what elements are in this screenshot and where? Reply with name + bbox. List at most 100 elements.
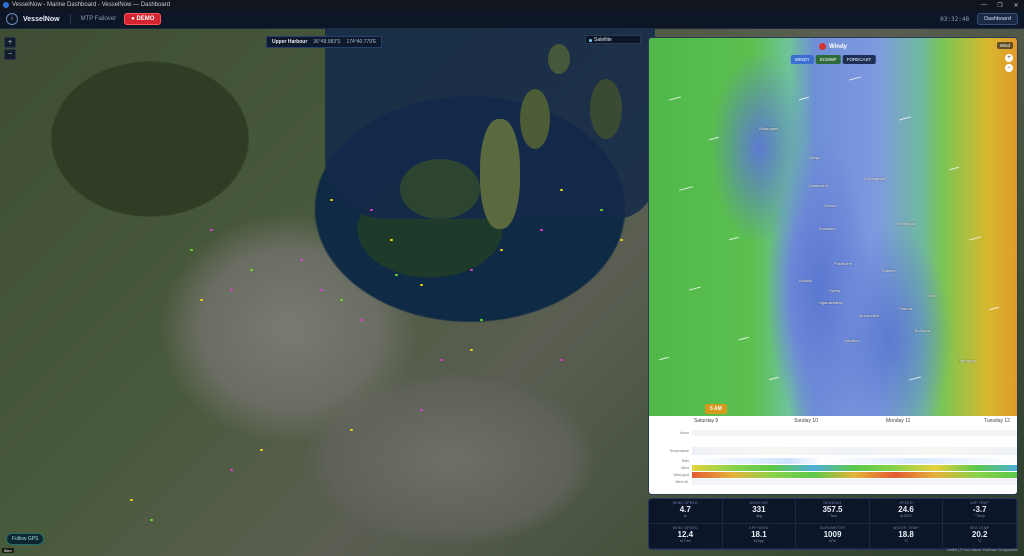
location-readout: Upper Harbour 36°48.983'S 174°40.779'E [266,36,383,48]
forecast-row-label: Rain [681,459,689,463]
town-label: Morrinsville [859,313,880,318]
stat-value: 20.2 [971,530,988,539]
forecast-row-wind: Wind [649,465,1017,471]
tab-forecast[interactable]: FORECAST [842,55,876,64]
windy-zoom-in-button[interactable]: + [1005,54,1013,62]
map-scale: 5km [2,548,14,553]
windy-zoom-out-button[interactable]: − [1005,64,1013,72]
stat-unit: °C [977,539,982,543]
stat-value: 331 [752,505,766,514]
stat-value: 4.7 [679,505,691,514]
windy-panel[interactable]: Windy WINDY ECMWF FORECAST Wind + − Whan… [648,37,1018,495]
tab-windy[interactable]: WINDY [790,55,814,64]
vesselnow-logo-icon: i [6,13,18,25]
forecast-row-hours: Hours [649,430,1017,436]
latitude-value: 36°48.983'S [313,39,341,45]
town-label: Paeroa [899,306,912,311]
map-zoom-in-button[interactable]: + [4,37,16,48]
follow-gps-button[interactable]: Follow GPS [6,533,45,545]
stat-tile: AIR TEMP -3.7 ° Temp [943,499,1017,524]
stat-tile: SEA TEMP 20.2 °C [943,524,1017,549]
forecast-day: Sunday 10 [794,418,818,424]
town-label: Whitianga [897,221,915,226]
stat-unit: ° True [827,514,838,518]
forecast-day: Monday 11 [886,418,911,424]
wind-layer-button[interactable]: Wind [996,42,1013,49]
town-label: Waihi [927,293,937,298]
forecast-row-direction: Wind dir. [649,479,1017,485]
stat-tile: WIND SPEED 4.7 kt [649,499,723,524]
layer-selector[interactable]: Satellite [585,35,641,44]
header-clock: 03:32:48 [940,15,970,23]
island-east [590,79,622,139]
forecast-day: Tuesday 12 [984,418,1010,424]
close-button[interactable]: ✕ [1008,2,1024,9]
stat-unit: kt [683,514,687,518]
window-controls: — ❐ ✕ [976,2,1024,9]
stat-value: 12.4 [677,530,694,539]
maximize-button[interactable]: ❐ [992,2,1008,9]
town-label: Tauranga [959,358,976,363]
os-title-bar: VesselNow - Marine Dashboard - VesselNow… [0,0,1024,10]
town-label: Whangarei [759,126,779,131]
windy-logo-text: Windy [829,43,847,50]
windy-logo-icon [819,43,827,50]
forecast-row-label: Temperature [669,449,689,453]
town-label: Huntly [829,288,841,293]
stat-unit: °C [904,539,909,543]
island-small [548,44,570,74]
forecast-row-rain: Rain [649,458,1017,464]
longitude-value: 174°40.779'E [346,39,377,45]
stat-value: 1009 [823,530,842,539]
town-label: Warkworth [809,183,828,188]
windy-zoom-controls: + − [1005,54,1013,74]
town-label: Waipu [809,155,821,160]
forecast-day: Saturday 9 [694,418,719,424]
stat-tile: APP WIND 18.1 kt App [722,524,797,549]
stat-tile: WIND SPEED 12.4 kt Trim [649,524,723,549]
map-zoom-controls: + − [4,37,16,61]
stat-value: 24.6 [898,505,914,514]
town-label: Pukekohe [834,261,852,266]
stat-value: 18.1 [751,530,767,539]
failover-label: MTP Failover [80,16,117,22]
location-name: Upper Harbour [272,39,308,45]
map-attribution: Leaflet | © Esri, Maxar, Earthstar Geogr… [946,548,1018,552]
windy-logo: Windy [819,43,847,50]
town-label: Ngaruawahia [819,300,843,305]
stat-tile: HEADING 357.5 ° True [796,499,870,524]
forecast-row-label: Wind gust [673,473,689,477]
forecast-row-gust: Wind gust [649,472,1017,478]
forecast-row-label: Wind dir. [675,480,689,484]
island-motutapu [480,119,520,229]
town-label: Te Aroha [914,328,930,333]
stat-tile: WATER TEMP 18.8 °C [869,524,944,549]
minimize-button[interactable]: — [976,2,992,9]
town-label: Coromandel [864,176,886,181]
town-label: Auckland [819,226,836,231]
stat-unit: kt App [754,539,764,543]
town-label: Hamilton [844,338,860,343]
stat-tile: WIND DIR 331 deg [722,499,797,524]
stat-tile: BAROMETER 1009 hPa [796,524,870,549]
stat-value: 357.5 [822,505,843,514]
stat-unit: kt SOG [900,514,912,518]
windy-wind-map[interactable]: Windy WINDY ECMWF FORECAST Wind + − Whan… [649,38,1017,416]
stat-unit: hPa [829,539,836,543]
telemetry-stats: WIND SPEED 4.7 kt WIND DIR 331 deg HEADING 35… [648,498,1018,550]
app-header: i VesselNow MTP Failover ● DEMO 03:32:48… [0,10,1024,29]
stat-value: -3.7 [972,505,987,514]
app-icon [3,2,9,8]
stat-unit: deg [755,514,762,518]
map-zoom-out-button[interactable]: − [4,49,16,60]
forecast-table[interactable]: Saturday 9 Sunday 10 Monday 11 Tuesday 1… [649,416,1017,494]
forecast-time-badge[interactable]: 5 AM [705,404,727,414]
brand-name: VesselNow [23,15,60,23]
island-rangitoto [400,159,480,219]
demo-badge[interactable]: ● DEMO [124,13,162,25]
dashboard-select[interactable]: Dashboard [977,13,1018,25]
stat-unit: kt Trim [680,539,691,543]
stat-tile: SPEED 24.6 kt SOG [869,499,944,524]
tab-ecmwf[interactable]: ECMWF [815,55,841,64]
town-label: Waiuku [799,278,813,283]
